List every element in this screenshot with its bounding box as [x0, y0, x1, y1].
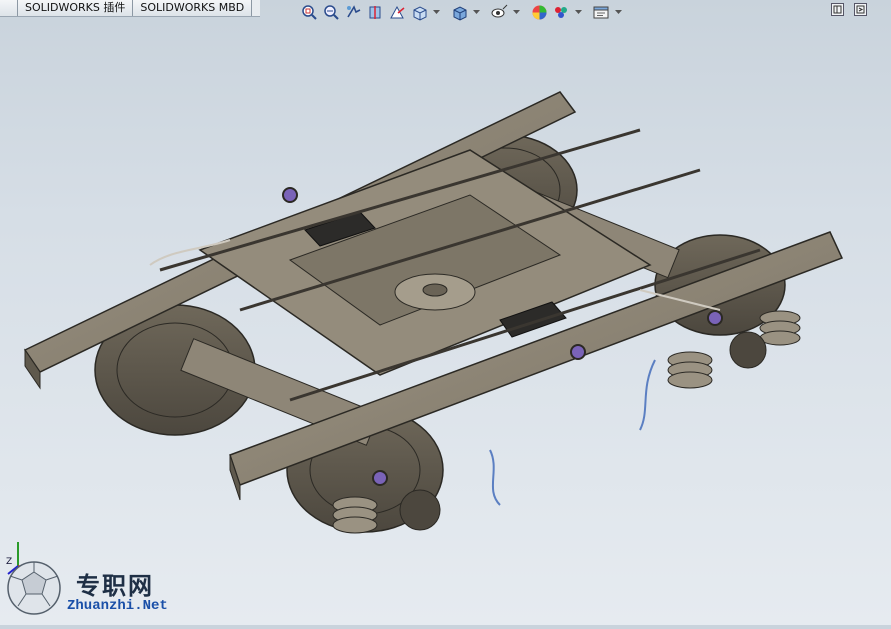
tab-solidworks-addins[interactable]: SOLIDWORKS 插件 [18, 0, 134, 16]
split-pane-icon[interactable] [854, 3, 867, 16]
tab-solidworks-mbd[interactable]: SOLIDWORKS MBD [133, 0, 253, 16]
tab-hidden[interactable] [0, 0, 18, 16]
watermark-chinese-text: 专职网 [76, 571, 154, 600]
restore-pane-icon[interactable] [831, 3, 844, 16]
viewport-window-controls [831, 3, 867, 16]
graphics-viewport[interactable] [0, 16, 891, 625]
bogie-model-render[interactable] [0, 16, 891, 625]
watermark-logo-icon [6, 560, 62, 616]
feature-manager-tabs: SOLIDWORKS 插件 SOLIDWORKS MBD [0, 0, 260, 17]
watermark-english-text: Zhuanzhi.Net [67, 598, 168, 614]
